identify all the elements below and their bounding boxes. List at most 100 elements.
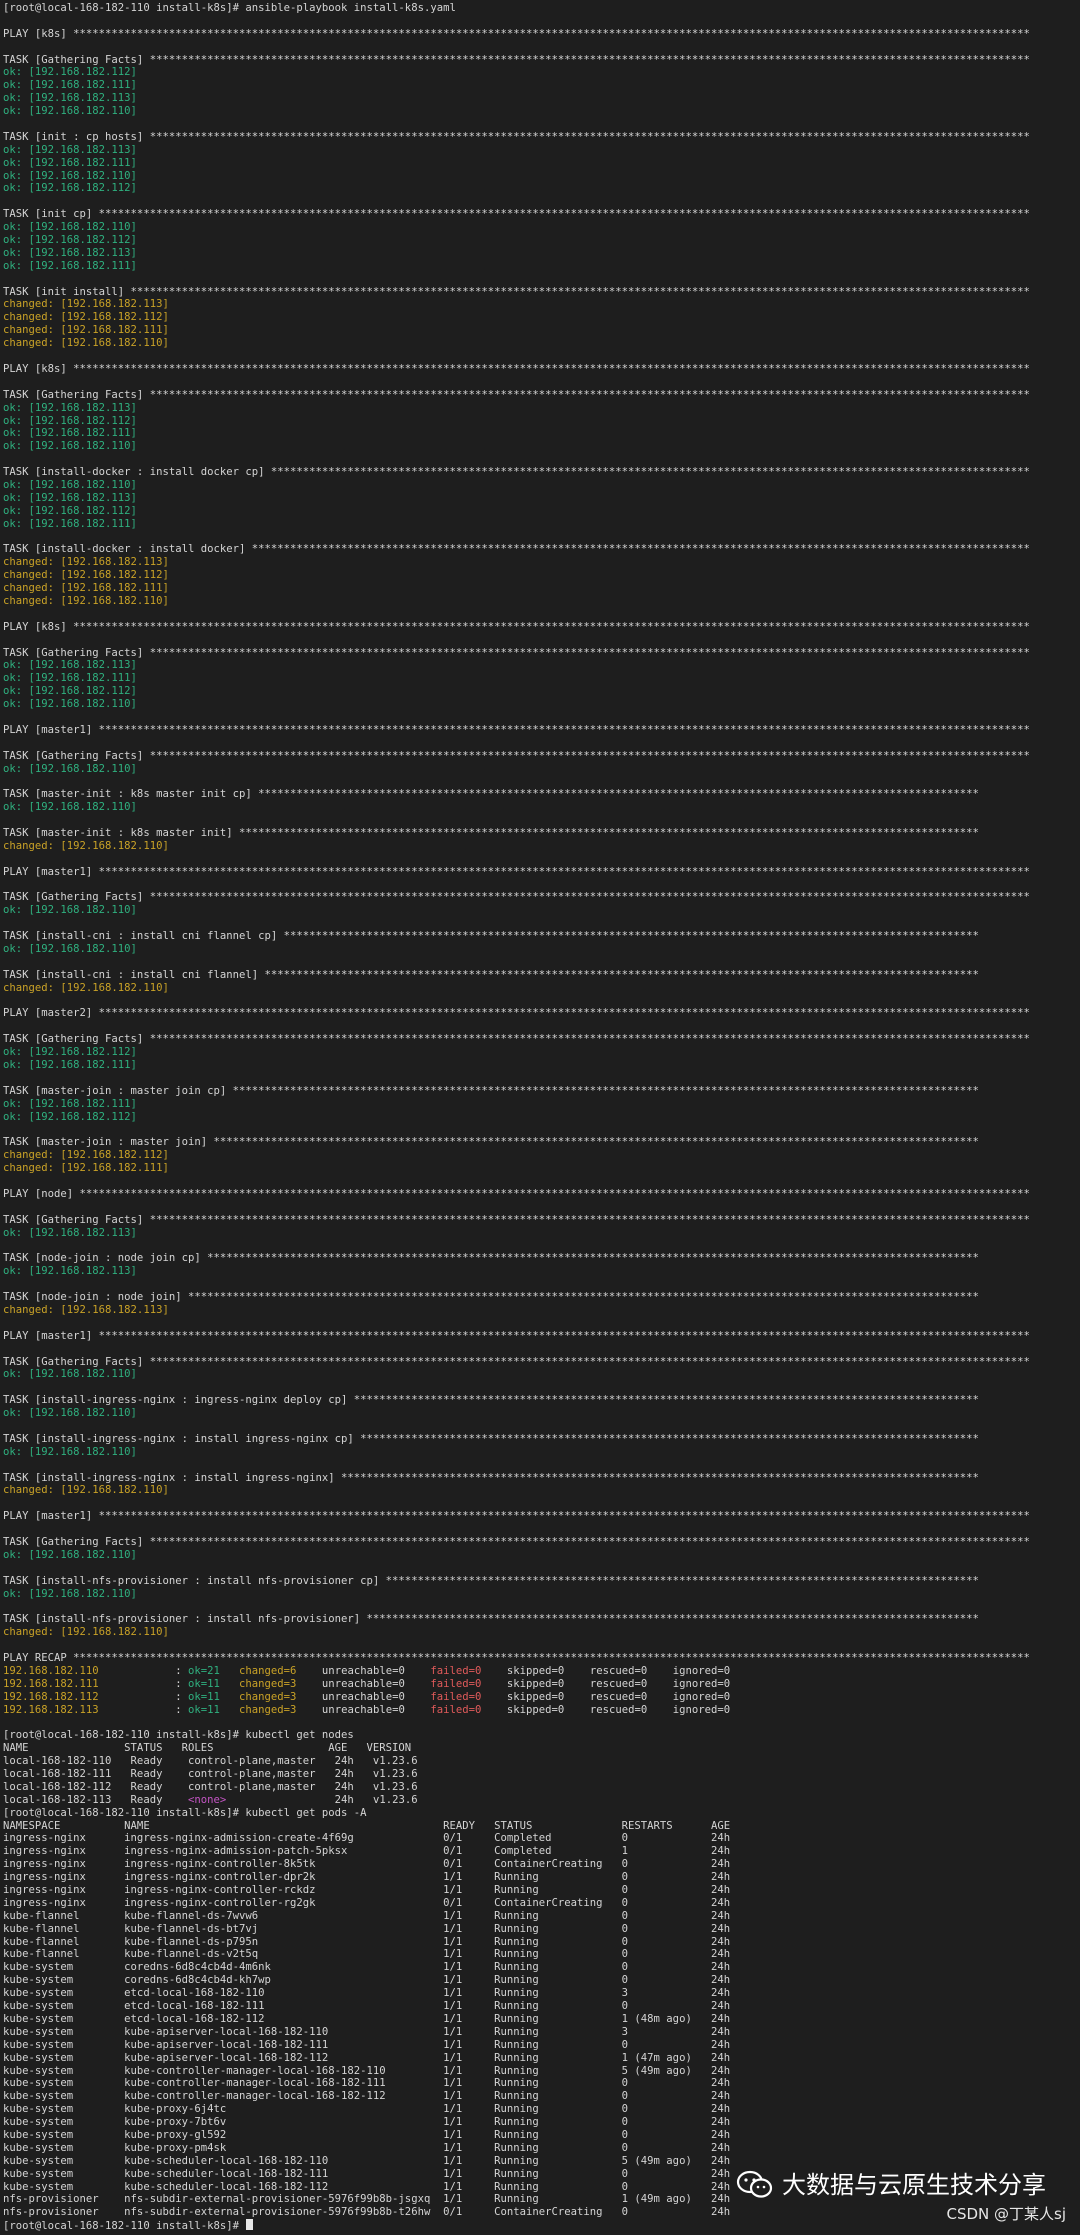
terminal-text: unreachable=0 bbox=[296, 1664, 431, 1677]
terminal-text: TASK [install-docker : install docker] *… bbox=[3, 543, 1030, 556]
terminal-text: TASK [master-init : k8s master init] ***… bbox=[3, 827, 979, 839]
terminal-text: ok: [192.168.182.111] bbox=[3, 1059, 137, 1072]
terminal-text: ok: [192.168.182.110] bbox=[3, 478, 137, 491]
terminal-text: NAME STATUS ROLES AGE VERSION bbox=[3, 1742, 412, 1755]
terminal-text: ok: [192.168.182.110] bbox=[3, 440, 137, 453]
terminal-line: TASK [master-join : master join cp] ****… bbox=[3, 1085, 1077, 1098]
terminal-line: ok: [192.168.182.113] bbox=[3, 92, 1077, 105]
terminal-text: changed: [192.168.182.110] bbox=[3, 1626, 169, 1639]
terminal-line: PLAY [k8s] *****************************… bbox=[3, 363, 1077, 376]
terminal-line: changed: [192.168.182.110] bbox=[3, 982, 1077, 995]
terminal-text: ok: [192.168.182.110] bbox=[3, 221, 137, 234]
terminal-text: ok: [192.168.182.110] bbox=[3, 1368, 137, 1381]
terminal-text: ok: [192.168.182.113] bbox=[3, 143, 137, 156]
terminal-text: kube-system kube-proxy-6j4tc 1/1 Running… bbox=[3, 2103, 731, 2116]
terminal-text: skipped=0 rescued=0 ignored=0 bbox=[481, 1690, 731, 1703]
terminal-line: ok: [192.168.182.111] bbox=[3, 79, 1077, 92]
terminal-line: TASK [install-nfs-provisioner : install … bbox=[3, 1613, 1077, 1626]
terminal-line: ok: [192.168.182.113] bbox=[3, 144, 1077, 157]
terminal-text: skipped=0 rescued=0 ignored=0 bbox=[481, 1664, 731, 1677]
terminal-text: ingress-nginx ingress-nginx-admission-pa… bbox=[3, 1845, 731, 1858]
terminal-text: TASK [node-join : node join] ***********… bbox=[3, 1291, 979, 1304]
terminal-line: kube-system etcd-local-168-182-112 1/1 R… bbox=[3, 2013, 1077, 2026]
terminal-text: TASK [Gathering Facts] *****************… bbox=[3, 53, 1030, 66]
terminal-text: kube-system kube-controller-manager-loca… bbox=[3, 2077, 731, 2090]
terminal-text: ok: [192.168.182.110] bbox=[3, 762, 137, 775]
terminal-text: [root@local-168-182-110 install-k8s]# an… bbox=[3, 2, 456, 14]
terminal-line: ok: [192.168.182.110] bbox=[3, 698, 1077, 711]
terminal-text: nfs-provisioner nfs-subdir-external-prov… bbox=[3, 2193, 731, 2206]
terminal-line: ok: [192.168.182.111] bbox=[3, 1098, 1077, 1111]
terminal-text: ok: [192.168.182.112] bbox=[3, 414, 137, 427]
terminal-line: 192.168.182.111 : ok=11 changed=3 unreac… bbox=[3, 1678, 1077, 1691]
terminal-text: ok: [192.168.182.112] bbox=[3, 1046, 137, 1059]
terminal-text: ok: [192.168.182.113] bbox=[3, 1226, 137, 1239]
terminal-line: changed: [192.168.182.110] bbox=[3, 840, 1077, 853]
terminal-text: kube-system kube-scheduler-local-168-182… bbox=[3, 2154, 731, 2167]
terminal-text: 192.168.182.111 bbox=[3, 1677, 176, 1690]
terminal-line: TASK [init cp] *************************… bbox=[3, 208, 1077, 221]
terminal-text: changed: [192.168.182.112] bbox=[3, 1149, 169, 1162]
terminal-text: ingress-nginx ingress-nginx-controller-r… bbox=[3, 1896, 731, 1909]
terminal-line: ok: [192.168.182.113] bbox=[3, 247, 1077, 260]
terminal-text: TASK [Gathering Facts] *****************… bbox=[3, 891, 1030, 904]
terminal-line: ok: [192.168.182.111] bbox=[3, 672, 1077, 685]
terminal-line: changed: [192.168.182.111] bbox=[3, 1162, 1077, 1175]
terminal-text: ok: [192.168.182.112] bbox=[3, 234, 137, 247]
terminal-line: local-168-182-111 Ready control-plane,ma… bbox=[3, 1768, 1077, 1781]
terminal-line: kube-system kube-scheduler-local-168-182… bbox=[3, 2155, 1077, 2168]
terminal-text: 192.168.182.113 bbox=[3, 1703, 176, 1716]
terminal-text: failed=0 bbox=[430, 1690, 482, 1703]
terminal-text: ok: [192.168.182.113] bbox=[3, 491, 137, 504]
terminal-line: nfs-provisioner nfs-subdir-external-prov… bbox=[3, 2206, 1077, 2219]
terminal-text: TASK [install-cni : install cni flannel … bbox=[3, 930, 979, 943]
terminal-line: TASK [Gathering Facts] *****************… bbox=[3, 1356, 1077, 1369]
terminal-line: changed: [192.168.182.113] bbox=[3, 298, 1077, 311]
terminal-text: changed: [192.168.182.110] bbox=[3, 337, 169, 350]
terminal-line: kube-system kube-controller-manager-loca… bbox=[3, 2077, 1077, 2090]
terminal-line: changed: [192.168.182.111] bbox=[3, 582, 1077, 595]
terminal-text: local-168-182-110 Ready control-plane,ma… bbox=[3, 1755, 418, 1768]
terminal-text: kube-flannel kube-flannel-ds-bt7vj 1/1 R… bbox=[3, 1922, 731, 1935]
terminal-text: kube-system coredns-6d8c4cb4d-4m6nk 1/1 … bbox=[3, 1961, 731, 1974]
terminal-line: ok: [192.168.182.110] bbox=[3, 105, 1077, 118]
terminal-output[interactable]: [root@local-168-182-110 install-k8s]# an… bbox=[3, 2, 1077, 2232]
terminal-line: kube-system etcd-local-168-182-111 1/1 R… bbox=[3, 2000, 1077, 2013]
terminal-text: TASK [install-ingress-nginx : ingress-ng… bbox=[3, 1394, 979, 1407]
terminal-text: TASK [install-nfs-provisioner : install … bbox=[3, 1574, 979, 1587]
terminal-line: ok: [192.168.182.111] bbox=[3, 427, 1077, 440]
terminal-text: ok: [192.168.182.112] bbox=[3, 504, 137, 517]
terminal-line: changed: [192.168.182.110] bbox=[3, 1626, 1077, 1639]
terminal-text: ok: [192.168.182.111] bbox=[3, 156, 137, 169]
terminal-text: unreachable=0 bbox=[296, 1703, 431, 1716]
terminal-text: ok: [192.168.182.112] bbox=[3, 66, 137, 79]
terminal-line: kube-system kube-apiserver-local-168-182… bbox=[3, 2052, 1077, 2065]
terminal-text: kube-system kube-apiserver-local-168-182… bbox=[3, 2038, 731, 2051]
terminal-text: TASK [init install] ********************… bbox=[3, 285, 1030, 298]
terminal-text: TASK [master-init : k8s master init cp] … bbox=[3, 788, 979, 801]
terminal-line: PLAY [master1] *************************… bbox=[3, 724, 1077, 737]
terminal-line: kube-system kube-apiserver-local-168-182… bbox=[3, 2026, 1077, 2039]
terminal-text: ok: [192.168.182.110] bbox=[3, 801, 137, 814]
terminal-line: kube-system kube-apiserver-local-168-182… bbox=[3, 2039, 1077, 2052]
terminal-text: ingress-nginx ingress-nginx-admission-cr… bbox=[3, 1832, 731, 1845]
csdn-attribution: CSDN @丁某人sj bbox=[946, 2205, 1066, 2223]
terminal-line: kube-system kube-proxy-pm4sk 1/1 Running… bbox=[3, 2142, 1077, 2155]
terminal-text: skipped=0 rescued=0 ignored=0 bbox=[481, 1677, 731, 1690]
terminal-text: <none> bbox=[187, 1793, 227, 1806]
terminal-line: TASK [install-cni : install cni flannel … bbox=[3, 930, 1077, 943]
terminal-text: ok=21 bbox=[187, 1664, 220, 1677]
terminal-line: TASK [Gathering Facts] *****************… bbox=[3, 389, 1077, 402]
terminal-line: PLAY [k8s] *****************************… bbox=[3, 621, 1077, 634]
